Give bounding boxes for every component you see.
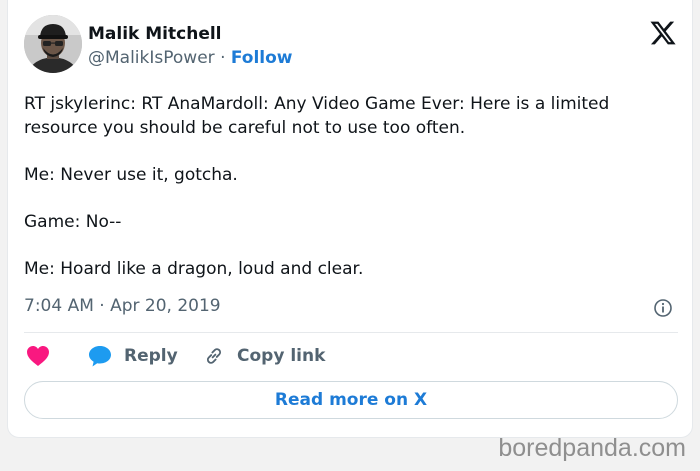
speech-bubble-icon bbox=[89, 346, 111, 367]
follow-button[interactable]: Follow bbox=[231, 48, 293, 68]
tweet-paragraph: RT jskylerinc: RT AnaMardoll: Any Video … bbox=[24, 94, 610, 138]
tweet-paragraph: Game: No-- bbox=[24, 212, 122, 232]
author-name[interactable]: Malik Mitchell bbox=[88, 24, 222, 44]
copy-link-button[interactable]: Copy link bbox=[203, 344, 325, 368]
copy-link-label: Copy link bbox=[237, 346, 326, 366]
reply-label: Reply bbox=[124, 346, 178, 366]
x-logo-icon[interactable] bbox=[649, 19, 677, 47]
separator-dot: · bbox=[220, 48, 226, 68]
avatar[interactable] bbox=[24, 15, 82, 73]
tweet-embed-card: Malik Mitchell @MalikIsPower · Follow RT… bbox=[7, 0, 693, 438]
link-icon bbox=[207, 348, 221, 364]
author-handle-line: @MalikIsPower · Follow bbox=[88, 48, 293, 68]
avatar-photo bbox=[24, 15, 82, 73]
tweet-paragraph: Me: Hoard like a dragon, loud and clear. bbox=[24, 259, 364, 279]
author-handle[interactable]: @MalikIsPower bbox=[88, 48, 215, 68]
read-more-button[interactable]: Read more on X bbox=[24, 381, 678, 419]
tweet-text: RT jskylerinc: RT AnaMardoll: Any Video … bbox=[24, 92, 664, 304]
reply-button[interactable]: Reply bbox=[88, 344, 178, 368]
heart-icon[interactable] bbox=[26, 345, 50, 367]
tweet-timestamp[interactable]: 7:04 AM · Apr 20, 2019 bbox=[24, 296, 221, 316]
tweet-paragraph: Me: Never use it, gotcha. bbox=[24, 165, 238, 185]
divider bbox=[24, 332, 678, 333]
watermark: boredpanda.com bbox=[498, 434, 686, 462]
info-icon[interactable] bbox=[653, 298, 673, 318]
